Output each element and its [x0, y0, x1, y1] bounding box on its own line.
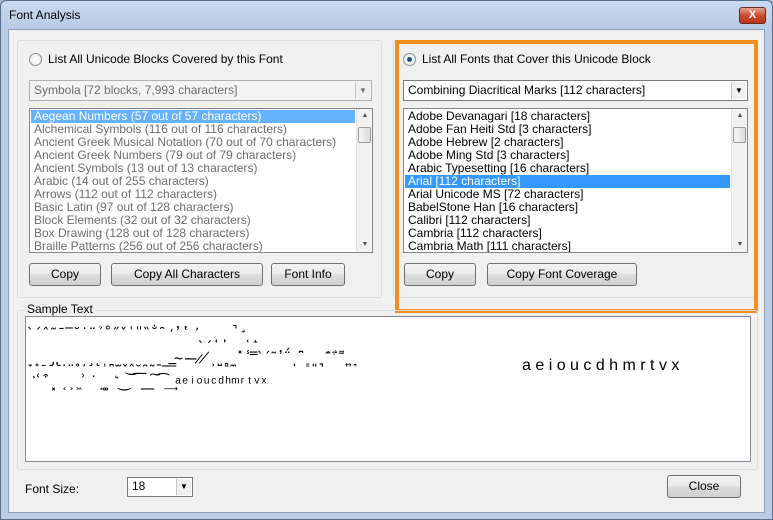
unicode-block-combo-value: Combining Diacritical Marks [112 charact…: [408, 83, 646, 97]
window-close-button[interactable]: X: [739, 7, 766, 24]
unicode-blocks-items: Aegean Numbers (57 out of 57 characters)…: [31, 110, 355, 253]
scroll-up-icon[interactable]: ▲: [357, 109, 372, 123]
radio-list-fonts-label: List All Fonts that Cover this Unicode B…: [422, 52, 651, 66]
chevron-down-icon[interactable]: ▼: [176, 479, 191, 495]
font-size-combo[interactable]: 18 ▼: [127, 477, 193, 497]
dialog-client-area: List All Unicode Blocks Covered by this …: [8, 29, 765, 513]
font-combo-value: Symbola [72 blocks, 7,993 characters]: [34, 83, 238, 97]
sample-line-2: ̞ ̟ ̠ ̡ ̢ ̣ ̤ ̥ ̦ ̧ ̨ ̩ ̪ ̫ ̬ ̭ ̮ ̯ ̰ ̱ …: [34, 349, 368, 367]
right-copy-button[interactable]: Copy: [404, 263, 476, 286]
radio-list-blocks-button[interactable]: [29, 52, 42, 66]
window-title: Font Analysis: [9, 8, 81, 22]
left-copy-button[interactable]: Copy: [29, 263, 101, 286]
font-combo[interactable]: Symbola [72 blocks, 7,993 characters] ▼: [29, 80, 372, 101]
radio-list-fonts[interactable]: List All Fonts that Cover this Unicode B…: [403, 52, 651, 66]
scroll-up-icon[interactable]: ▲: [732, 109, 747, 123]
radio-list-blocks[interactable]: List All Unicode Blocks Covered by this …: [29, 52, 283, 66]
list-item-font[interactable]: Cambria Math [111 characters]: [405, 240, 730, 253]
blocks-scrollbar[interactable]: ▲ ▼: [356, 109, 372, 252]
sample-line-4: a e i o u c d h m r t v x: [522, 357, 680, 374]
list-item-unicode-block[interactable]: Braille Patterns (256 out of 256 charact…: [31, 240, 355, 253]
radio-list-fonts-button[interactable]: [403, 52, 416, 66]
scroll-down-icon[interactable]: ▼: [357, 238, 372, 252]
title-bar[interactable]: Font Analysis X: [1, 1, 772, 29]
scroll-thumb[interactable]: [358, 127, 371, 143]
unicode-blocks-listbox[interactable]: Aegean Numbers (57 out of 57 characters)…: [29, 108, 373, 253]
font-size-label: Font Size:: [25, 482, 80, 496]
chevron-down-icon[interactable]: ▼: [731, 82, 746, 99]
font-info-button[interactable]: Font Info: [271, 263, 345, 286]
font-size-value: 18: [132, 479, 146, 493]
fonts-listbox[interactable]: Adobe Devanagari [18 characters] Adobe Fa…: [403, 108, 748, 253]
chevron-down-icon[interactable]: ▼: [355, 82, 370, 99]
copy-all-characters-button[interactable]: Copy All Characters: [111, 263, 263, 286]
copy-font-coverage-button[interactable]: Copy Font Coverage: [487, 263, 637, 286]
sample-text-area[interactable]: ̀ ́ ̂ ̃ ̄ ̅ ̆ ̇ ̈ ̉ ̊ ̋ ̌ ̍ ̎ ̏ ̐ ̑ ̒ ̓ …: [25, 316, 751, 462]
sample-line-1: ̀ ́ ̂ ̃ ̄ ̅ ̆ ̇ ̈ ̉ ̊ ̋ ̌ ̍ ̎ ̏ ̐ ̑ ̒ ̓ …: [34, 325, 263, 343]
fonts-scrollbar[interactable]: ▲ ▼: [731, 109, 747, 252]
fonts-items: Adobe Devanagari [18 characters] Adobe Fa…: [405, 110, 730, 253]
close-button[interactable]: Close: [667, 475, 741, 498]
unicode-block-combo[interactable]: Combining Diacritical Marks [112 charact…: [403, 80, 748, 101]
list-item-unicode-block[interactable]: Aegean Numbers (57 out of 57 characters): [31, 110, 355, 123]
scroll-down-icon[interactable]: ▼: [732, 238, 747, 252]
sample-text-label: Sample Text: [25, 302, 95, 316]
radio-list-blocks-label: List All Unicode Blocks Covered by this …: [48, 52, 283, 66]
font-analysis-window: Font Analysis X List All Unicode Blocks …: [0, 0, 773, 520]
sample-line-3: ͐ ͑ ͒ ͓ ͔ ͕ ͖ ͗ ͘ ͙ ͚ ͛ ͜ ͝ ͞ ͟ ͠ ͡ ͢ ͣ …: [34, 373, 267, 391]
scroll-thumb[interactable]: [733, 127, 746, 143]
